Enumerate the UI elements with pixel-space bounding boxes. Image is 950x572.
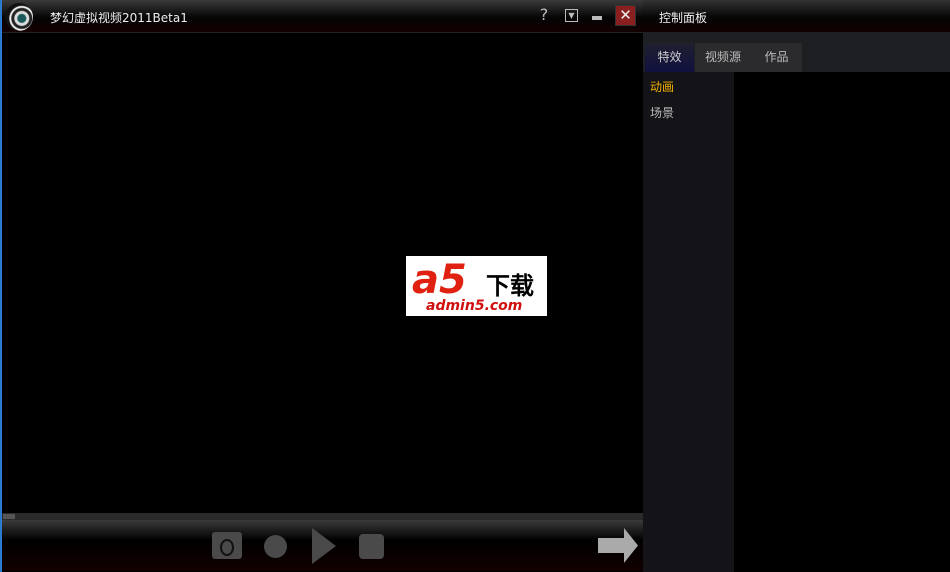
app-logo-icon bbox=[5, 3, 33, 31]
tab-works[interactable]: 作品 bbox=[751, 43, 802, 72]
title-bar: 梦幻虚拟视频2011Beta1 ? ▼ ✕ bbox=[2, 0, 643, 33]
list-item-animation[interactable]: 动画 bbox=[643, 72, 734, 98]
stop-icon[interactable] bbox=[359, 534, 384, 559]
arrow-right-icon[interactable] bbox=[598, 528, 638, 563]
a5-logo-image: a5 下载 admin5.com bbox=[406, 256, 547, 316]
progress-scrollbar[interactable] bbox=[2, 513, 643, 520]
play-icon[interactable] bbox=[312, 528, 336, 564]
tab-effects[interactable]: 特效 bbox=[645, 43, 694, 72]
control-bar bbox=[2, 520, 643, 571]
control-panel: 控制面板 特效 视频源 作品 动画 场景 bbox=[643, 0, 950, 572]
logo-text: 下载 bbox=[486, 272, 534, 300]
scroll-thumb[interactable] bbox=[3, 514, 15, 519]
logo-mark: a5 bbox=[412, 257, 467, 303]
record-icon[interactable] bbox=[264, 535, 287, 558]
window-title: 梦幻虚拟视频2011Beta1 bbox=[50, 11, 188, 25]
camera-snapshot-icon[interactable] bbox=[212, 532, 242, 559]
help-button[interactable]: ? bbox=[537, 6, 551, 24]
logo-url: admin5.com bbox=[426, 298, 523, 314]
main-window: 梦幻虚拟视频2011Beta1 ? ▼ ✕ a5 下载 admin5.com bbox=[0, 0, 643, 572]
menu-dropdown-button[interactable]: ▼ bbox=[565, 9, 578, 22]
panel-tabs: 特效 视频源 作品 bbox=[643, 32, 950, 72]
effects-category-list: 动画 场景 bbox=[643, 72, 734, 572]
close-button[interactable]: ✕ bbox=[615, 5, 636, 26]
minimize-button[interactable] bbox=[592, 16, 602, 20]
list-item-scene[interactable]: 场景 bbox=[643, 98, 734, 124]
panel-title: 控制面板 bbox=[643, 0, 950, 32]
tab-video-source[interactable]: 视频源 bbox=[695, 43, 751, 72]
